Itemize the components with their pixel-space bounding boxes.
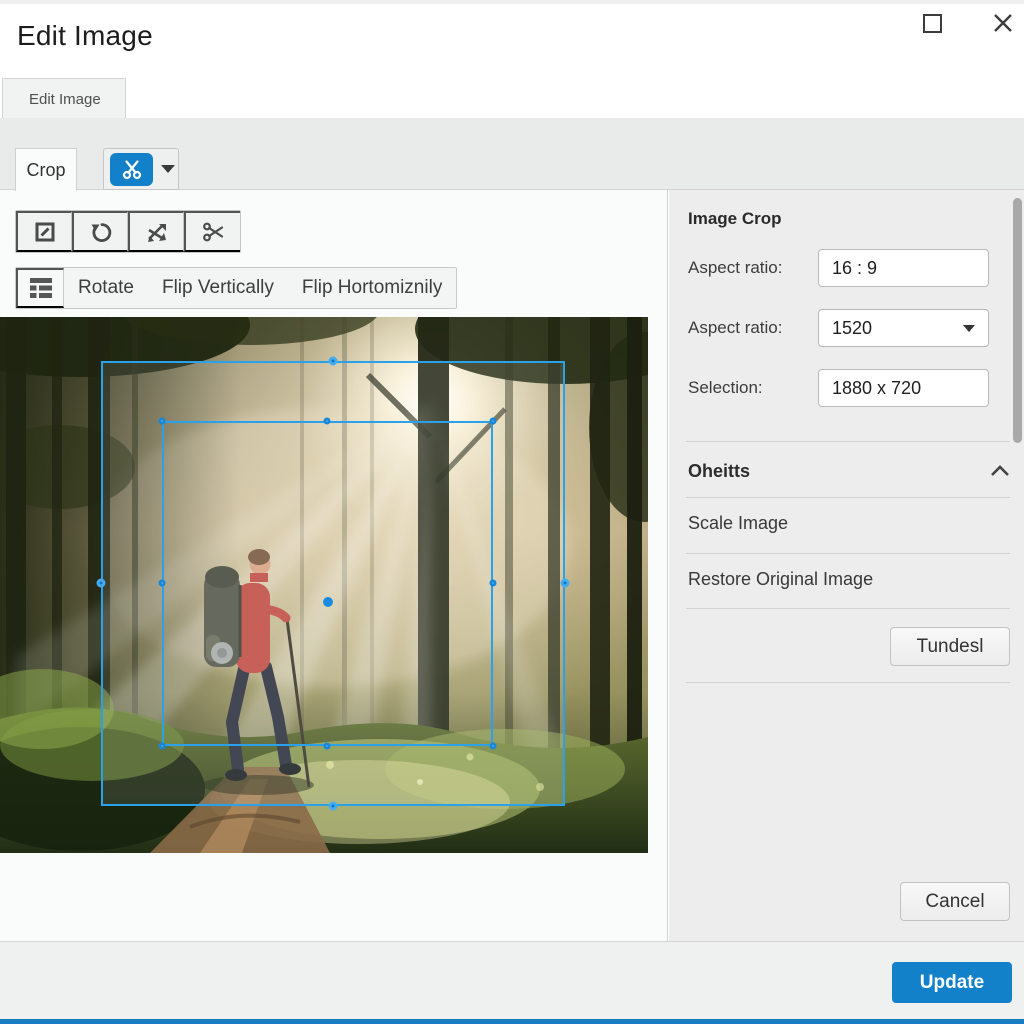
selection-label: Selection: (688, 378, 763, 397)
crop-handle-inner-bottom-right[interactable] (489, 742, 497, 750)
crop-handle-outer-left[interactable] (96, 578, 106, 588)
crop-handle-inner-bottom-left[interactable] (158, 742, 166, 750)
tab-edit-image[interactable]: Edit Image (2, 78, 126, 119)
swap-button[interactable] (128, 211, 184, 252)
crop-handle-inner-top-left[interactable] (158, 417, 166, 425)
divider (686, 553, 1010, 554)
crop-handle-inner-mid-right[interactable] (489, 579, 497, 587)
flip-horizontally-button[interactable]: Flip Hortomiznily (288, 268, 456, 308)
divider (686, 682, 1010, 683)
rotate-button[interactable]: Rotate (64, 268, 148, 308)
tundesl-button[interactable]: Tundesl (890, 627, 1010, 666)
dropdown-caret-icon[interactable] (161, 165, 175, 173)
divider (686, 441, 1010, 442)
edit-icon-toolbar (15, 210, 241, 253)
crop-tab-label: Crop (26, 159, 66, 180)
restore-original-item[interactable]: Restore Original Image (688, 569, 1008, 590)
edit-crop-button[interactable] (16, 211, 72, 252)
selection-input[interactable] (818, 369, 989, 407)
image-canvas (0, 317, 648, 853)
scale-image-item[interactable]: Scale Image (688, 513, 1008, 534)
tab-strip: Edit Image (0, 78, 1024, 119)
crop-handle-outer-bottom[interactable] (328, 801, 338, 811)
aspect-ratio-label: Aspect ratio: (688, 258, 783, 277)
cancel-button[interactable]: Cancel (900, 882, 1010, 921)
dialog-header: Edit Image (0, 4, 1024, 78)
divider (686, 497, 1010, 498)
rotate-icon (91, 222, 111, 242)
crop-handle-inner-top-center[interactable] (323, 417, 331, 425)
options-section-title: Oheitts (688, 460, 751, 481)
aspect-ratio2-label: Aspect ratio: (688, 318, 783, 337)
aspect-ratio-select-value: 1520 (832, 317, 873, 338)
swap-arrows-icon (147, 223, 166, 242)
layout-list-button[interactable] (16, 268, 64, 308)
maximize-icon (922, 13, 942, 33)
maximize-button[interactable] (915, 6, 949, 40)
panel-heading: Image Crop (688, 209, 782, 228)
aspect-ratio-select[interactable]: 1520 (818, 309, 989, 347)
settings-panel (669, 190, 1024, 941)
options-section-header[interactable]: Oheitts (686, 450, 1010, 492)
crop-handle-inner-bottom-center[interactable] (323, 742, 331, 750)
crop-center-marker[interactable] (323, 597, 333, 607)
flip-vertically-button[interactable]: Flip Vertically (148, 268, 288, 308)
rotate-button-icon[interactable] (72, 211, 128, 252)
chevron-up-icon (991, 465, 1009, 476)
layout-list-icon (29, 278, 52, 298)
close-icon (994, 14, 1012, 32)
crop-handle-outer-top[interactable] (328, 356, 338, 366)
crop-selection-inner[interactable] (162, 421, 493, 746)
crop-tool-active[interactable] (110, 152, 153, 186)
footer-accent-bar (0, 1019, 1024, 1024)
page-title: Edit Image (17, 20, 153, 51)
crop-handle-inner-mid-left[interactable] (158, 579, 166, 587)
close-button[interactable] (986, 6, 1020, 40)
scissors-icon (122, 160, 141, 180)
dialog-footer (0, 941, 1024, 1024)
crop-handle-inner-top-right[interactable] (489, 417, 497, 425)
scissors-icon (203, 222, 224, 241)
crop-handle-outer-right[interactable] (560, 578, 570, 588)
scrollbar-thumb[interactable] (1013, 198, 1022, 443)
aspect-ratio-input[interactable] (818, 249, 989, 287)
transform-toolbar: Rotate Flip Vertically Flip Hortomiznily (15, 267, 458, 309)
tab-crop[interactable]: Crop (15, 148, 77, 191)
cut-button[interactable] (184, 211, 240, 252)
edit-crop-icon (35, 222, 54, 241)
crop-tool-split-button[interactable] (103, 148, 179, 190)
select-caret-icon (963, 324, 975, 332)
update-button[interactable]: Update (892, 962, 1012, 1003)
divider (686, 608, 1010, 609)
tab-label: Edit Image (29, 90, 101, 108)
